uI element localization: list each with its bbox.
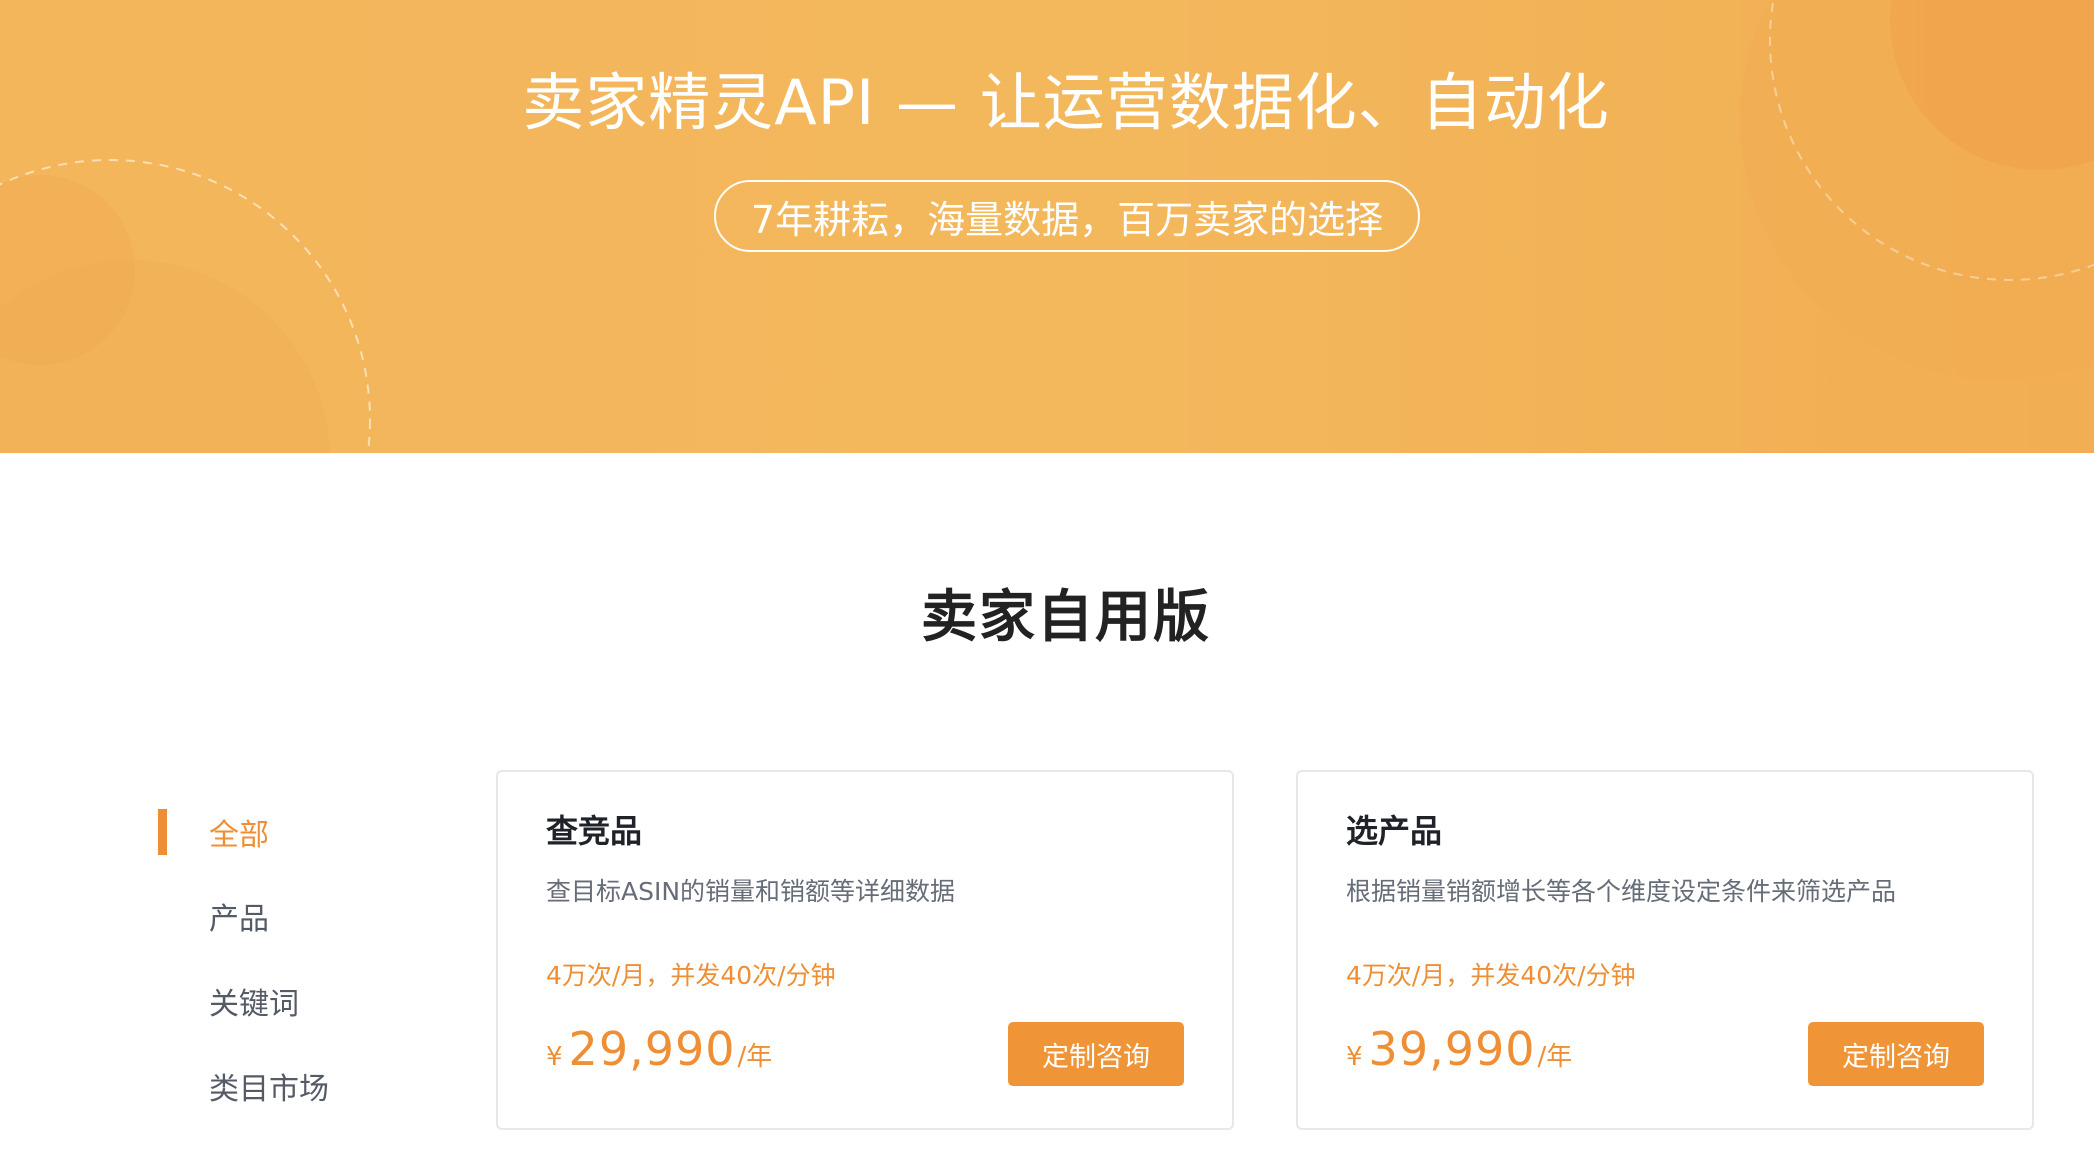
- sidebar-item-product[interactable]: 产品: [158, 892, 398, 940]
- sidebar-item-all[interactable]: 全部: [158, 808, 398, 856]
- hero-subtitle-pill: 7年耕耘，海量数据，百万卖家的选择: [714, 180, 1420, 252]
- section-title: 卖家自用版: [921, 585, 1211, 650]
- product-card-selection: 选产品 根据销量销额增长等各个维度设定条件来筛选产品 4万次/月，并发40次/分…: [1296, 770, 2034, 1130]
- sidebar-item-label: 全部: [209, 818, 269, 853]
- product-card-competitor: 查竞品 查目标ASIN的销量和销额等详细数据 4万次/月，并发40次/分钟 ¥ …: [496, 770, 1234, 1130]
- card-price: ¥ 39,990 /年: [1346, 1022, 1572, 1076]
- card-price: ¥ 29,990 /年: [546, 1022, 772, 1076]
- price-amount: 29,990: [568, 1022, 736, 1076]
- sidebar-item-label: 关键词: [209, 987, 299, 1022]
- currency-symbol: ¥: [546, 1042, 563, 1072]
- sidebar-item-label: 产品: [209, 902, 269, 937]
- card-description: 根据销量销额增长等各个维度设定条件来筛选产品: [1346, 877, 1897, 906]
- card-title: 查竞品: [546, 812, 643, 850]
- price-unit: /年: [737, 1042, 773, 1072]
- price-unit: /年: [1537, 1042, 1573, 1072]
- consult-button[interactable]: 定制咨询: [1808, 1022, 1984, 1086]
- card-description: 查目标ASIN的销量和销额等详细数据: [546, 877, 956, 906]
- currency-symbol: ¥: [1346, 1042, 1363, 1072]
- sidebar-item-keyword[interactable]: 关键词: [158, 977, 398, 1025]
- card-quota: 4万次/月，并发40次/分钟: [1346, 961, 1636, 990]
- hero-banner: 卖家精灵API — 让运营数据化、自动化 7年耕耘，海量数据，百万卖家的选择: [0, 0, 2094, 453]
- card-title: 选产品: [1346, 812, 1443, 850]
- sidebar-item-label: 类目市场: [209, 1072, 329, 1107]
- card-quota: 4万次/月，并发40次/分钟: [546, 961, 836, 990]
- sidebar-item-category-market[interactable]: 类目市场: [158, 1062, 398, 1110]
- price-amount: 39,990: [1368, 1022, 1536, 1076]
- consult-button[interactable]: 定制咨询: [1008, 1022, 1184, 1086]
- active-indicator: [158, 809, 167, 855]
- hero-title: 卖家精灵API — 让运营数据化、自动化: [522, 66, 1610, 139]
